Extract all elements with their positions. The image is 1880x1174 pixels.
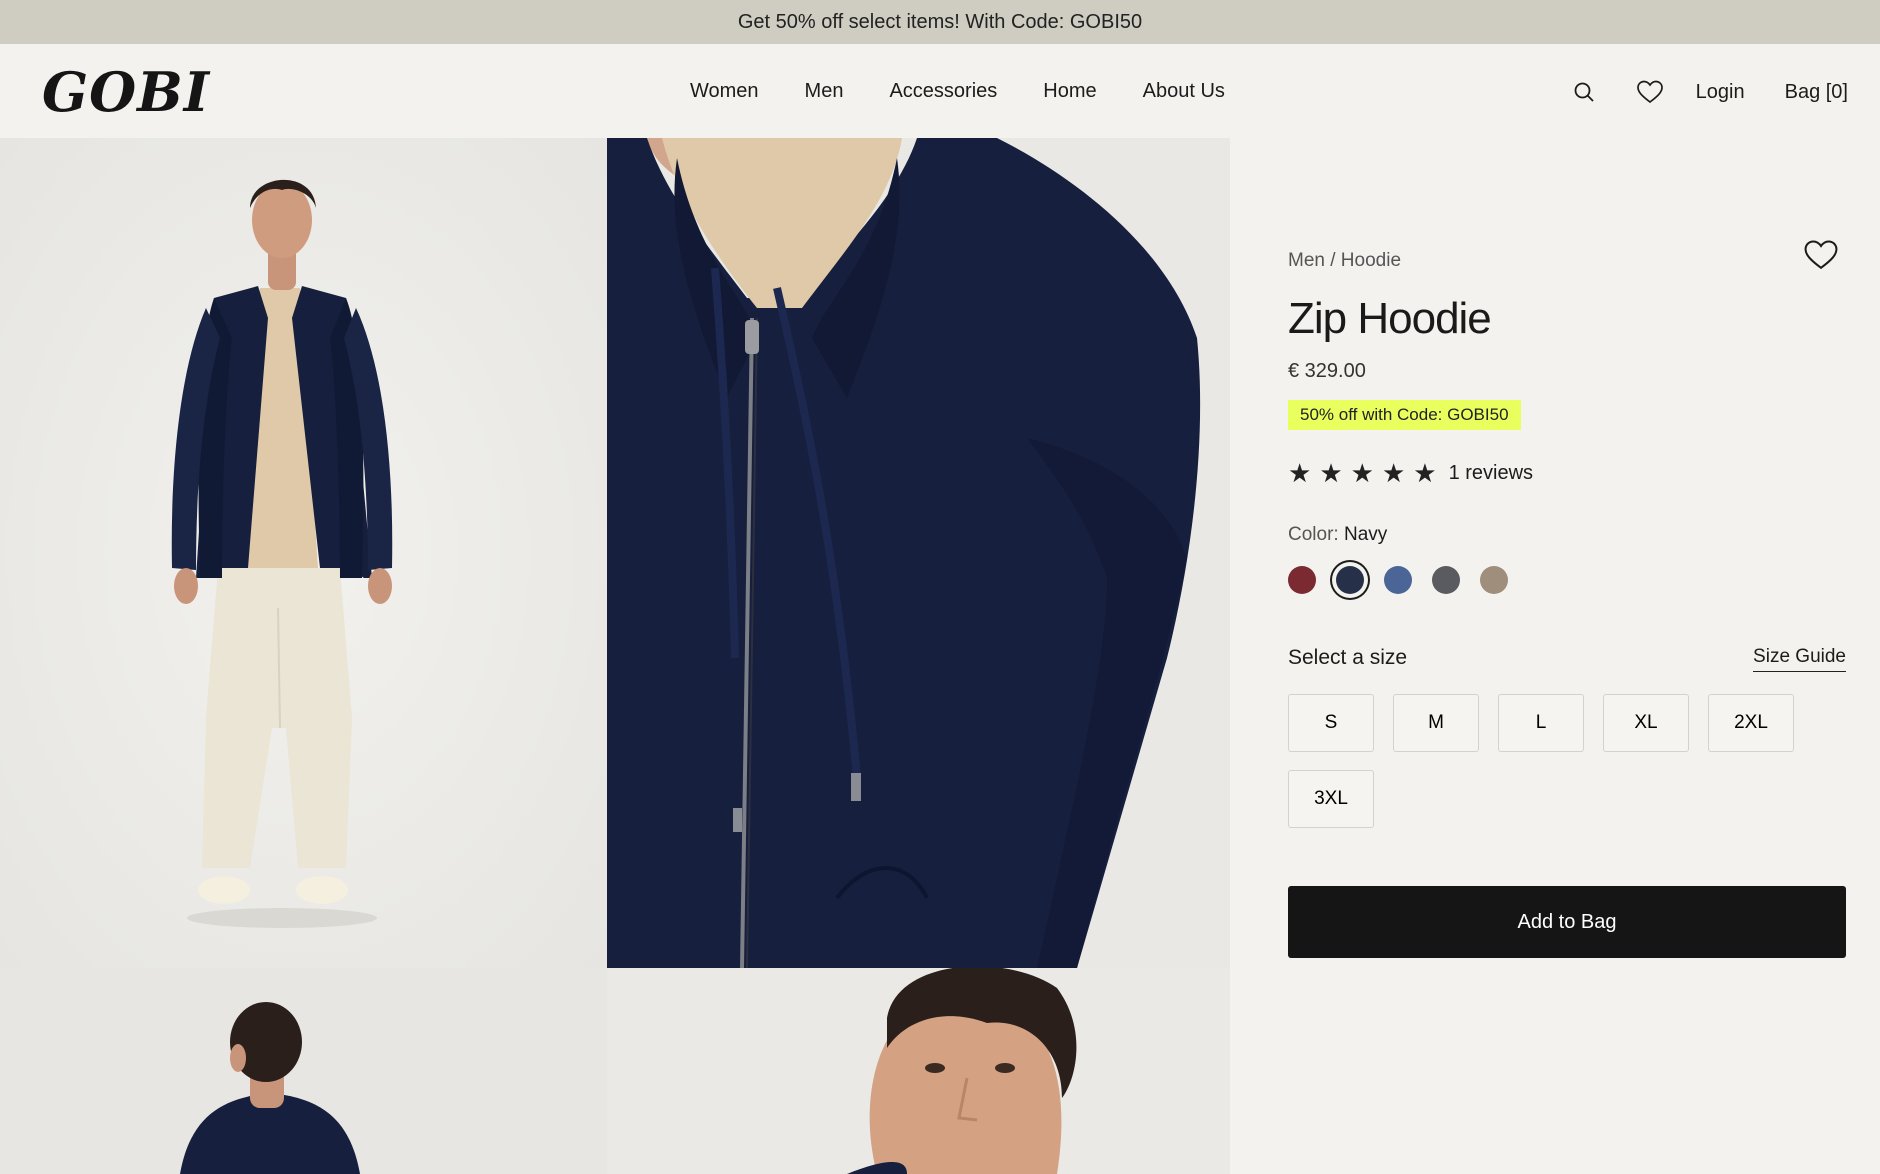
color-value: Navy <box>1343 524 1388 545</box>
product-photo-zip-detail[interactable] <box>607 138 1230 968</box>
product-title: Zip Hoodie <box>1288 294 1492 343</box>
nav-item-men[interactable]: Men <box>805 80 844 103</box>
color-swatch[interactable] <box>1480 566 1508 594</box>
product-gallery <box>0 138 1230 1174</box>
color-swatch[interactable] <box>1432 566 1460 594</box>
reviews-link[interactable]: 1 reviews <box>1449 462 1533 485</box>
nav-item-women[interactable]: Women <box>690 80 759 103</box>
product-photo-full-body[interactable] <box>0 138 607 968</box>
size-button-3xl[interactable]: 3XL <box>1288 770 1374 828</box>
product-price: € 329.00 <box>1288 360 1366 382</box>
heart-icon[interactable] <box>1803 238 1839 277</box>
product-photo-back-view[interactable] <box>0 968 607 1174</box>
star-icon: ★ <box>1413 458 1437 488</box>
star-icon: ★ <box>1381 458 1406 488</box>
size-heading: Select a size <box>1288 646 1408 669</box>
promo-text: Get 50% off select items! With Code: GOB… <box>737 10 1143 33</box>
breadcrumb[interactable]: Men / Hoodie <box>1288 250 1401 272</box>
color-swatches <box>1288 566 1508 594</box>
product-photo-face[interactable] <box>607 968 1230 1174</box>
star-icon: ★ <box>1350 458 1374 488</box>
rating: ★ ★ ★ ★ ★ 1 reviews <box>1288 460 1533 486</box>
nav-item-accessories[interactable]: Accessories <box>889 80 997 103</box>
size-button-m[interactable]: M <box>1393 694 1479 752</box>
color-swatch[interactable] <box>1288 566 1316 594</box>
color-label-text: Color: <box>1288 524 1339 545</box>
nav-item-about-us[interactable]: About Us <box>1143 80 1225 103</box>
star-icon: ★ <box>1319 458 1343 488</box>
color-swatch[interactable] <box>1336 566 1364 594</box>
size-button-2xl[interactable]: 2XL <box>1708 694 1794 752</box>
size-button-xl[interactable]: XL <box>1603 694 1689 752</box>
main-nav: Women Men Accessories Home About Us <box>690 80 1225 103</box>
bag-link[interactable]: Bag [0] <box>1785 81 1848 104</box>
size-guide-link[interactable]: Size Guide <box>1753 646 1846 672</box>
promo-bar: Get 50% off select items! With Code: GOB… <box>0 0 1880 44</box>
color-swatch[interactable] <box>1384 566 1412 594</box>
site-header: GOBI Women Men Accessories Home About Us… <box>0 44 1880 138</box>
nav-item-home[interactable]: Home <box>1043 80 1096 103</box>
header-actions: Login Bag [0] <box>1566 74 1848 110</box>
size-button-s[interactable]: S <box>1288 694 1374 752</box>
heart-icon[interactable] <box>1632 74 1668 110</box>
size-header: Select a size Size Guide <box>1288 646 1846 672</box>
color-label: Color: Navy <box>1288 524 1387 546</box>
login-link[interactable]: Login <box>1696 81 1745 104</box>
add-to-bag-button[interactable]: Add to Bag <box>1288 886 1846 958</box>
promo-badge: 50% off with Code: GOBI50 <box>1288 400 1521 430</box>
size-button-l[interactable]: L <box>1498 694 1584 752</box>
search-icon[interactable] <box>1566 74 1602 110</box>
star-icon: ★ <box>1288 458 1312 488</box>
logo[interactable]: GOBI <box>42 60 210 124</box>
size-options: S M L XL 2XL 3XL <box>1288 694 1808 828</box>
